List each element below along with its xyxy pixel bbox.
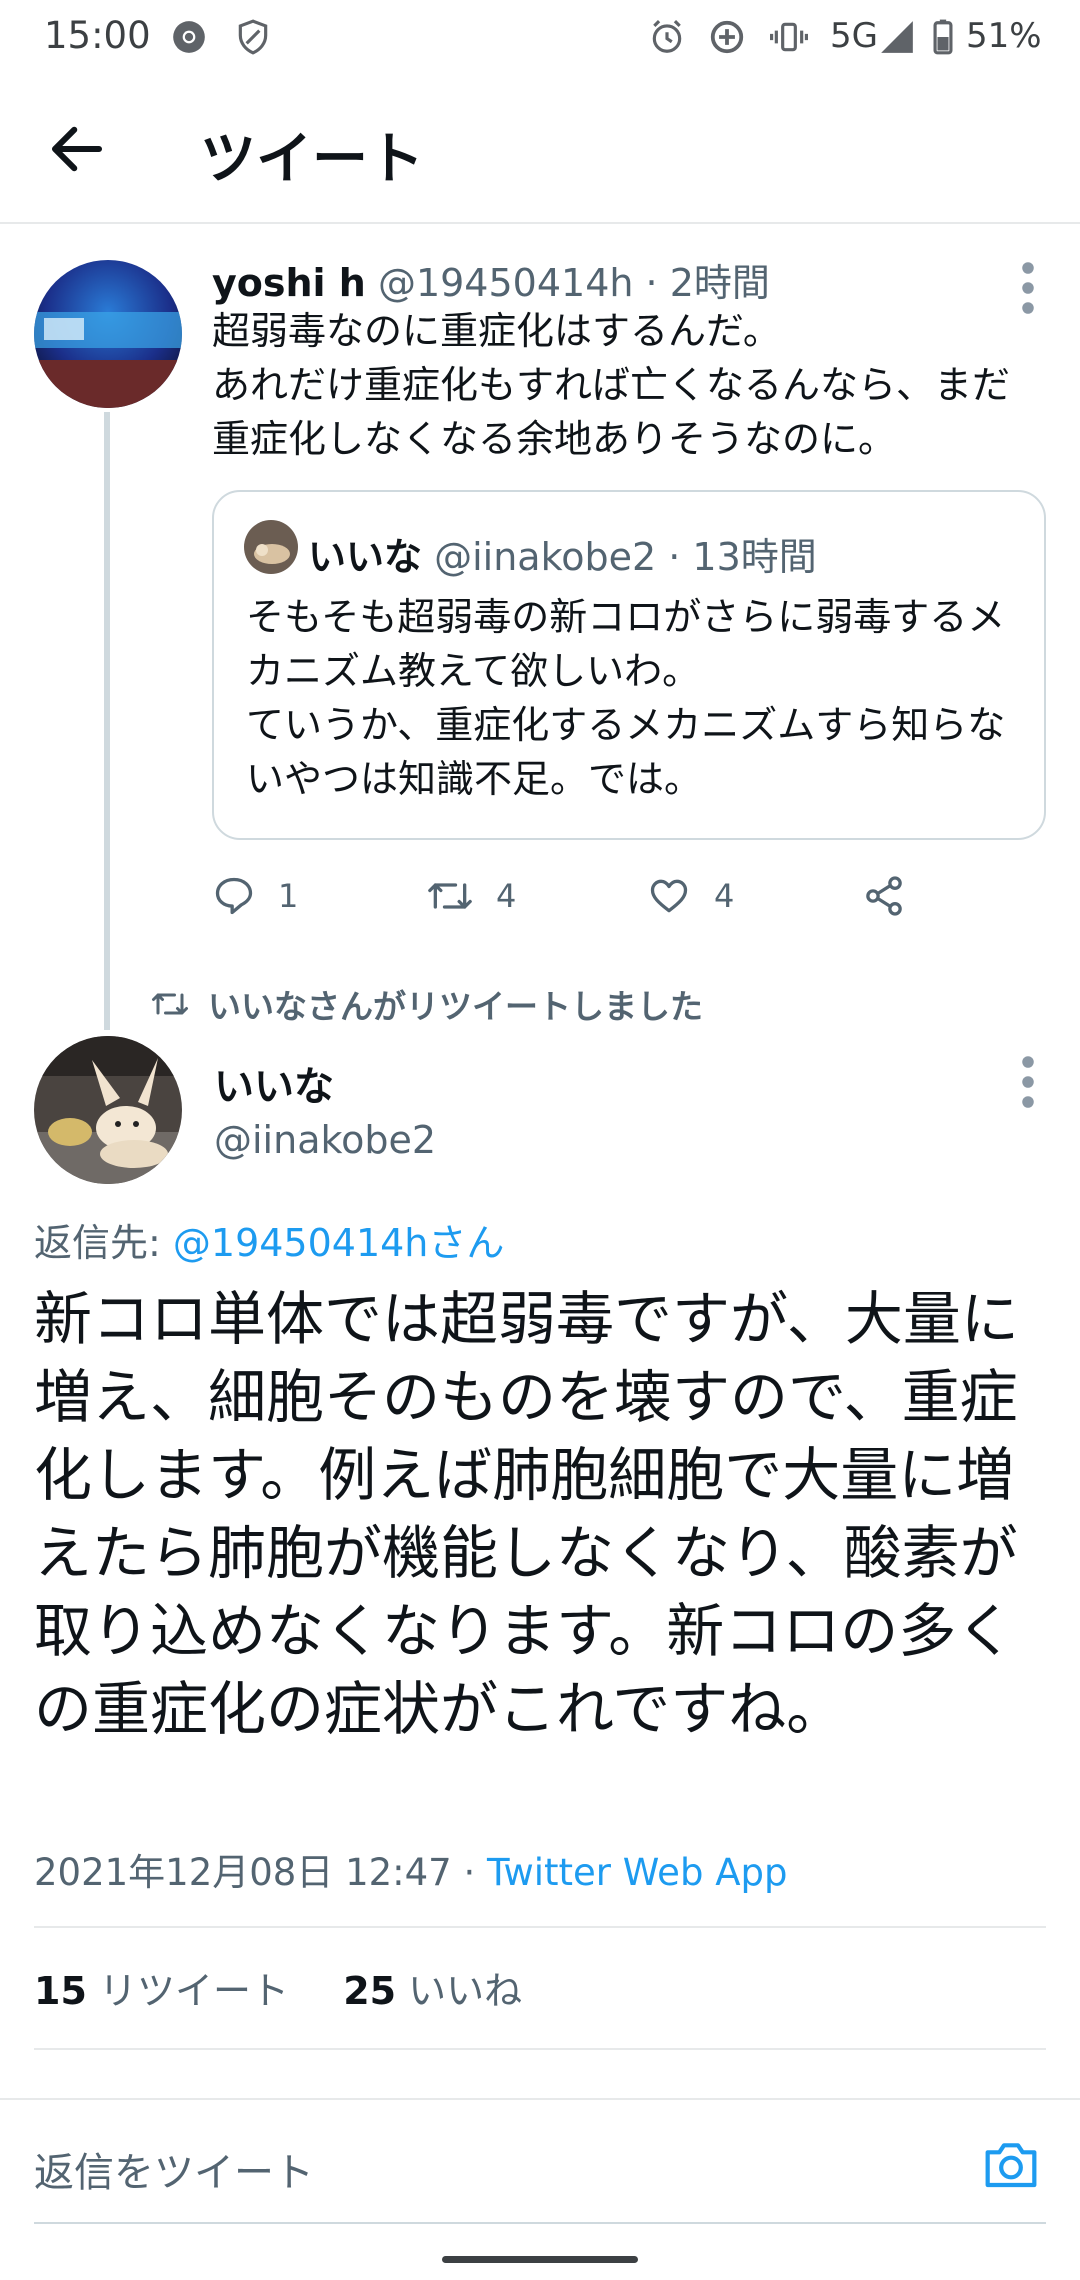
status-bar: 15:00 5G 51% — [0, 0, 1080, 72]
heart-icon — [650, 879, 688, 913]
data-saver-icon — [710, 20, 744, 54]
reply-button[interactable]: 1 — [212, 866, 298, 926]
shield-icon — [238, 19, 268, 55]
tweet-actions: 1 4 4 — [212, 866, 972, 926]
chrome-icon — [173, 21, 205, 53]
more-options-icon[interactable] — [1016, 1052, 1040, 1112]
like-stat-label: いいね — [408, 1969, 523, 2013]
tweet-timestamp: 2021年12月08日 12:47 · Twitter Web App — [34, 1842, 787, 1896]
battery-icon — [933, 19, 953, 55]
fennec-avatar-image — [34, 1036, 182, 1184]
retweet-stat-count: 15 — [34, 1969, 87, 2013]
author-name[interactable]: yoshi h — [212, 261, 366, 305]
divider — [34, 1926, 1046, 1928]
network-type: 5G — [830, 16, 878, 56]
main-tweet-text: 新コロ単体では超弱毒ですが、大量に増え、細胞そのものを壊すので、重症化します。例… — [34, 1285, 1019, 1743]
like-stat[interactable]: 25 いいね — [343, 1969, 522, 2013]
share-icon — [866, 876, 902, 916]
reply-input[interactable]: 返信をツイート — [34, 2140, 314, 2198]
quote-text: そもそも超弱毒の新コロがさらに弱毒するメカニズム教えて欲しいわ。 ていうか、重症… — [246, 595, 1006, 801]
reply-to-prefix: 返信先: — [34, 1221, 173, 1265]
avatar[interactable] — [34, 260, 182, 408]
page-title: ツイート — [200, 127, 424, 192]
quote-handle-time: @iinakobe2 · 13時間 — [434, 535, 817, 579]
reply-to-handle[interactable]: @19450414hさん — [173, 1221, 505, 1265]
quote-author-name: いいな — [308, 535, 423, 579]
reply-icon — [215, 877, 253, 915]
engagement-stats: 15 リツイート 25 いいね — [34, 1960, 522, 2015]
divider — [34, 2048, 1046, 2050]
quoted-tweet[interactable]: いいな @iinakobe2 · 13時間 そもそも超弱毒の新コロがさらに弱毒す… — [212, 490, 1046, 840]
vibrate-icon — [770, 22, 808, 52]
retweet-stat-label: リツイート — [98, 1969, 289, 2013]
reply-input-underline — [34, 2222, 1046, 2224]
retweet-stat[interactable]: 15 リツイート — [34, 1969, 289, 2013]
share-button[interactable] — [862, 866, 906, 926]
retweet-context-text: いいなさんがリツイートしました — [208, 987, 703, 1026]
reply-composer: 返信をツイート — [0, 2098, 1080, 2224]
timestamp-text: 2021年12月08日 12:47 · — [34, 1851, 487, 1894]
like-count: 4 — [714, 877, 735, 915]
author-handle-time: @19450414h · 2時間 — [377, 261, 770, 305]
quote-header: いいな @iinakobe2 · 13時間 — [246, 526, 817, 581]
status-time: 15:00 — [44, 14, 151, 57]
app-bar: ツイート — [0, 72, 1080, 224]
client-link[interactable]: Twitter Web App — [487, 1851, 787, 1894]
camera-icon[interactable] — [980, 2136, 1042, 2192]
thread-connector — [104, 412, 110, 1030]
tweet-text: 超弱毒なのに重症化はするんだ。 あれだけ重症化もすれば亡くなるんなら、まだ重症化… — [212, 309, 1011, 461]
retweet-small-icon — [152, 993, 188, 1015]
reply-count: 1 — [278, 877, 299, 915]
main-author-handle[interactable]: @iinakobe2 — [214, 1118, 436, 1162]
tweet-header: yoshi h @19450414h · 2時間 — [212, 252, 770, 307]
alarm-icon — [652, 20, 682, 53]
like-button[interactable]: 4 — [646, 866, 734, 926]
back-arrow-icon[interactable] — [44, 116, 110, 182]
retweet-button[interactable]: 4 — [426, 866, 516, 926]
retweet-count: 4 — [496, 877, 517, 915]
battery-level: 51% — [966, 16, 1042, 56]
reply-to-line: 返信先: @19450414hさん — [34, 1212, 504, 1267]
signal-icon — [881, 21, 913, 53]
main-author-name[interactable]: いいな — [214, 1054, 334, 1112]
like-stat-count: 25 — [343, 1969, 397, 2013]
main-author-avatar[interactable] — [34, 1036, 182, 1184]
retweet-icon — [428, 883, 472, 909]
retweet-context[interactable]: いいなさんがリツイートしました — [150, 980, 703, 1028]
avatar-image — [34, 260, 182, 408]
home-indicator[interactable] — [442, 2256, 638, 2263]
